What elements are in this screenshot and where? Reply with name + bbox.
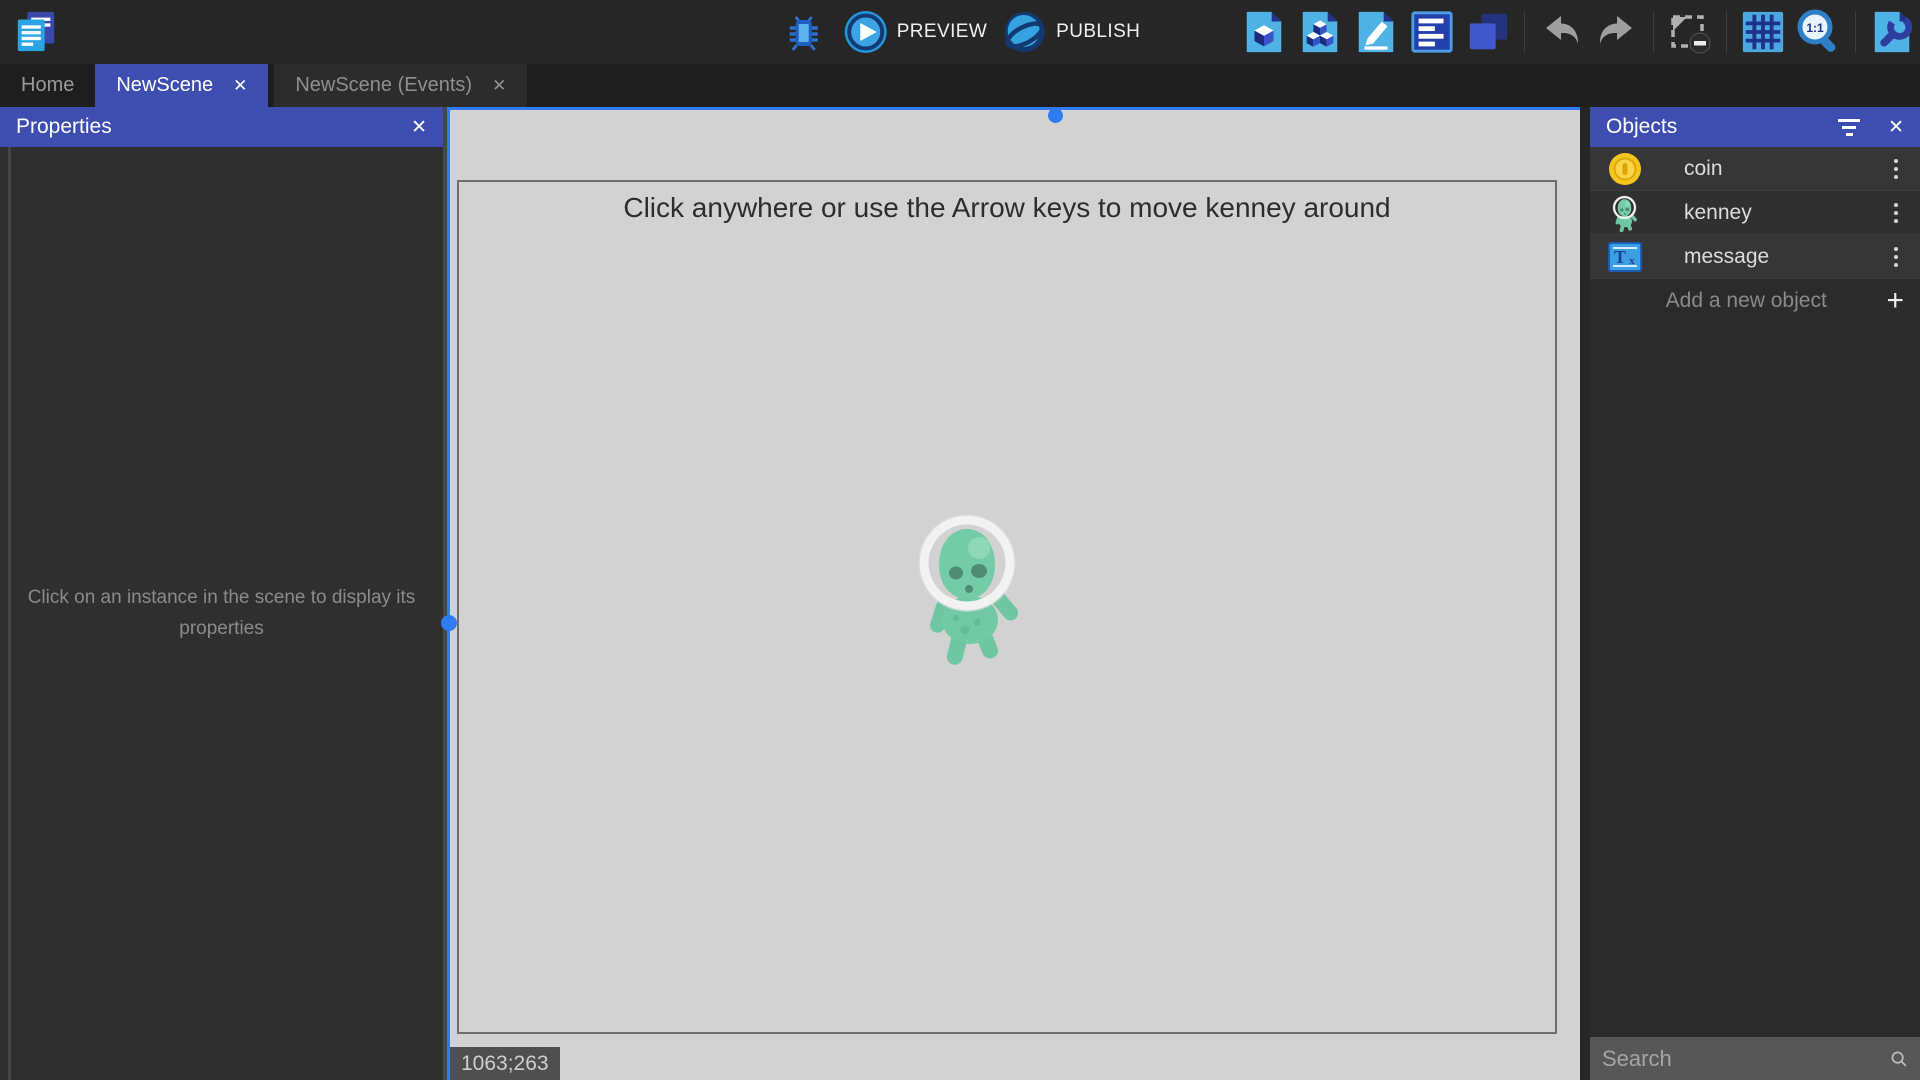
object-name: message — [1684, 245, 1888, 269]
kenney-instance[interactable] — [909, 503, 1029, 668]
object-name: coin — [1684, 157, 1888, 181]
close-icon[interactable]: ✕ — [1888, 116, 1904, 139]
search-icon[interactable] — [1890, 1046, 1908, 1072]
object-row-message[interactable]: T x message — [1590, 235, 1920, 279]
layers-button[interactable] — [1464, 8, 1512, 56]
add-object-label: Add a new object — [1606, 289, 1886, 313]
objects-panel-title: Objects — [1606, 115, 1677, 139]
selection-border-top — [447, 107, 1580, 110]
undo-button[interactable] — [1537, 8, 1585, 56]
editor-settings-button[interactable] — [1868, 8, 1916, 56]
selection-handle-left[interactable] — [441, 615, 457, 631]
clear-selection-button[interactable] — [1666, 8, 1714, 56]
pencil-icon — [1353, 9, 1399, 55]
toggle-grid-button[interactable] — [1739, 8, 1787, 56]
text-object-icon: T x — [1606, 238, 1644, 276]
object-name: kenney — [1684, 201, 1888, 225]
objects-panel: Objects ✕ coin kenney T — [1590, 107, 1920, 1080]
properties-panel-title: Properties — [16, 115, 112, 139]
preview-button[interactable]: PREVIEW — [844, 10, 987, 54]
properties-panel-header: Properties ✕ — [0, 107, 443, 147]
selection-handle-top[interactable] — [1048, 108, 1063, 123]
objects-panel-header: Objects ✕ — [1590, 107, 1920, 147]
scene-instruction-text: Click anywhere or use the Arrow keys to … — [459, 192, 1555, 224]
objects-search-input[interactable] — [1602, 1046, 1890, 1072]
properties-empty-message: Click on an instance in the scene to dis… — [7, 583, 437, 644]
debug-bug-icon — [784, 12, 824, 52]
object-row-kenney[interactable]: kenney — [1590, 191, 1920, 235]
publish-button[interactable]: PUBLISH — [1003, 10, 1140, 54]
toolbar-divider — [1726, 11, 1727, 53]
redo-button[interactable] — [1593, 8, 1641, 56]
project-manager-button[interactable] — [12, 8, 60, 56]
toolbar-divider — [1653, 11, 1654, 53]
wrench-icon — [1869, 9, 1915, 55]
text-icon-T: T — [1614, 247, 1626, 267]
object-menu-kebab-icon[interactable] — [1888, 243, 1904, 271]
properties-panel-body: Click on an instance in the scene to dis… — [0, 147, 443, 1080]
filter-icon[interactable] — [1838, 119, 1860, 136]
grid-icon — [1740, 9, 1786, 55]
tab-home[interactable]: Home — [0, 64, 95, 107]
coin-icon — [1606, 150, 1644, 188]
tab-close-icon[interactable]: ✕ — [233, 76, 247, 96]
objects-cubes-icon — [1297, 9, 1343, 55]
tab-newscene[interactable]: NewScene ✕ — [95, 64, 268, 107]
kenney-icon — [1606, 194, 1644, 232]
publish-label: PUBLISH — [1056, 21, 1140, 43]
undo-arrow-icon — [1537, 8, 1585, 56]
preview-play-icon — [844, 10, 888, 54]
debug-button[interactable] — [780, 8, 828, 56]
instances-list-button[interactable] — [1408, 8, 1456, 56]
object-row-coin[interactable]: coin — [1590, 147, 1920, 191]
scene-canvas[interactable]: Click anywhere or use the Arrow keys to … — [447, 107, 1580, 1080]
editor-tabbar: Home NewScene ✕ NewScene (Events) ✕ — [0, 64, 1920, 107]
tab-newscene-label: NewScene — [116, 74, 213, 97]
zoom-ratio-label: 1:1 — [1806, 21, 1824, 35]
layers-icon — [1465, 9, 1511, 55]
deselect-icon — [1666, 8, 1714, 56]
zoom-1to1-icon: 1:1 — [1795, 8, 1843, 56]
preview-label: PREVIEW — [897, 21, 987, 43]
toolbar-divider — [1855, 11, 1856, 53]
scene-properties-button[interactable] — [1240, 8, 1288, 56]
properties-panel: Properties ✕ Click on an instance in the… — [0, 107, 443, 1080]
object-menu-kebab-icon[interactable] — [1888, 199, 1904, 227]
project-manager-icon — [13, 9, 59, 55]
objects-editor-button[interactable] — [1296, 8, 1344, 56]
main-toolbar: PREVIEW PUBLISH — [0, 0, 1920, 64]
publish-globe-icon — [1003, 10, 1047, 54]
tab-newscene-events-label: NewScene (Events) — [295, 74, 472, 97]
panel-gap — [1580, 107, 1590, 1080]
redo-arrow-icon — [1593, 8, 1641, 56]
object-menu-kebab-icon[interactable] — [1888, 155, 1904, 183]
cursor-coordinates-badge: 1063;263 — [450, 1047, 560, 1080]
selection-border-left — [447, 107, 450, 1080]
tab-close-icon[interactable]: ✕ — [492, 76, 506, 96]
add-object-button[interactable]: Add a new object + — [1590, 279, 1920, 323]
tab-home-label: Home — [21, 74, 74, 97]
edit-scene-button[interactable] — [1352, 8, 1400, 56]
objects-search-bar — [1590, 1037, 1920, 1080]
plus-icon: + — [1886, 286, 1904, 316]
tab-newscene-events[interactable]: NewScene (Events) ✕ — [274, 64, 527, 107]
zoom-original-button[interactable]: 1:1 — [1795, 8, 1843, 56]
instances-list-icon — [1409, 9, 1455, 55]
scene-properties-icon — [1241, 9, 1287, 55]
toolbar-divider — [1524, 11, 1525, 53]
text-icon-x: x — [1629, 255, 1635, 267]
close-icon[interactable]: ✕ — [411, 116, 427, 139]
